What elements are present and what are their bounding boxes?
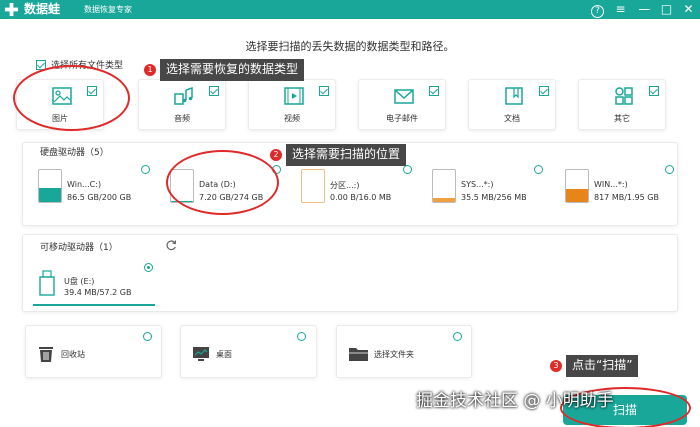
location-label: 回收站: [61, 350, 85, 359]
document-checkbox[interactable]: [539, 86, 549, 96]
drive-win[interactable]: WIN...*:) 817 MB/1.95 GB: [565, 167, 665, 207]
file-type-label: 音频: [174, 114, 190, 123]
recycle-bin-radio[interactable]: [143, 332, 152, 341]
file-type-other[interactable]: 其它: [578, 79, 666, 130]
desktop-card[interactable]: 桌面: [180, 325, 317, 378]
refresh-icon[interactable]: [165, 239, 177, 251]
desktop-icon: [193, 347, 209, 361]
drive-size: 86.5 GB/200 GB: [67, 193, 132, 202]
drive-sys-radio[interactable]: [534, 165, 543, 174]
minimize-button[interactable]: —: [636, 1, 653, 18]
drive-c[interactable]: Win...C:) 86.5 GB/200 GB: [38, 167, 158, 207]
drive-usage-fill: [566, 188, 588, 202]
drive-win-radio[interactable]: [665, 165, 674, 174]
watermark: 掘金技术社区 @ 小明助手: [416, 391, 614, 411]
callout-number-3: 3: [550, 360, 562, 372]
file-type-label: 其它: [614, 114, 630, 123]
usb-drive-icon: [39, 270, 55, 296]
audio-icon: [174, 86, 193, 105]
drive-partition-radio[interactable]: [403, 165, 412, 174]
file-type-document[interactable]: 文档: [468, 79, 556, 130]
usb-drive-name: U盘 (E:): [64, 277, 95, 286]
drive-c-radio[interactable]: [141, 165, 150, 174]
document-icon: [505, 87, 523, 105]
hard-drive-icon: [301, 169, 325, 203]
callout-number-2: 2: [270, 149, 282, 161]
video-icon: [284, 87, 304, 105]
hard-drive-icon: [432, 169, 456, 203]
file-type-video[interactable]: 视频: [248, 79, 336, 130]
help-button[interactable]: ?: [589, 1, 606, 18]
drive-name: 分区...:): [330, 181, 360, 190]
location-label: 桌面: [216, 350, 232, 359]
drive-partition[interactable]: 分区...:) 0.00 B/16.0 MB: [301, 167, 401, 207]
email-checkbox[interactable]: [429, 86, 439, 96]
usb-drive[interactable]: U盘 (E:) 39.4 MB/57.2 GB: [33, 262, 155, 306]
help-icon: ?: [591, 5, 604, 18]
drive-size: 817 MB/1.95 GB: [594, 193, 659, 202]
drive-name: Win...C:): [67, 180, 102, 189]
annotation-ellipse-file-type: [13, 65, 130, 131]
drive-size: 0.00 B/16.0 MB: [330, 193, 392, 202]
file-type-label: 文档: [504, 114, 520, 123]
usb-drive-radio[interactable]: [144, 263, 153, 272]
callout-1: 选择需要恢复的数据类型: [160, 59, 305, 81]
other-checkbox[interactable]: [649, 86, 659, 96]
drive-name: WIN...*:): [594, 180, 628, 189]
recycle-bin-icon: [39, 347, 53, 362]
select-folder-radio[interactable]: [453, 332, 462, 341]
menu-button[interactable]: ≡: [612, 1, 629, 18]
app-subtitle: 数据恢复专家: [84, 5, 132, 14]
maximize-button[interactable]: □: [658, 1, 675, 18]
callout-2: 选择需要扫描的位置: [286, 144, 407, 166]
file-type-label: 电子邮件: [386, 114, 418, 123]
file-type-email[interactable]: 电子邮件: [358, 79, 446, 130]
app-name: 数据蛙: [24, 2, 61, 16]
drive-name: SYS...*:): [461, 180, 494, 189]
title-bar: 数据蛙 数据恢复专家 ? ≡ — □ ✕: [0, 0, 700, 19]
video-checkbox[interactable]: [319, 86, 329, 96]
location-label: 选择文件夹: [374, 350, 414, 359]
hard-drive-icon: [38, 169, 62, 203]
callout-number-1: 1: [144, 64, 156, 76]
drive-usage-fill: [433, 197, 455, 202]
frog-logo-icon: [4, 2, 19, 17]
email-icon: [394, 89, 414, 104]
drive-size: 35.5 MB/256 MB: [461, 193, 527, 202]
other-icon: [615, 87, 633, 105]
usb-drive-size: 39.4 MB/57.2 GB: [64, 288, 132, 297]
audio-checkbox[interactable]: [209, 86, 219, 96]
hard-drives-title: 硬盘驱动器（5）: [40, 148, 109, 158]
drive-usage-fill: [39, 188, 61, 202]
close-button[interactable]: ✕: [680, 1, 697, 18]
file-type-audio[interactable]: 音频: [138, 79, 226, 130]
desktop-radio[interactable]: [297, 332, 306, 341]
file-type-label: 视频: [284, 114, 300, 123]
page-heading: 选择要扫描的丢失数据的数据类型和路径。: [245, 40, 455, 53]
recycle-bin-card[interactable]: 回收站: [25, 325, 162, 378]
callout-3: 点击“扫描”: [566, 355, 639, 377]
hard-drive-icon: [565, 169, 589, 203]
removable-drives-title: 可移动驱动器（1）: [40, 243, 118, 253]
annotation-ellipse-drive: [166, 150, 279, 215]
folder-icon: [349, 348, 368, 361]
select-folder-card[interactable]: 选择文件夹: [336, 325, 472, 378]
drive-sys[interactable]: SYS...*:) 35.5 MB/256 MB: [432, 167, 532, 207]
